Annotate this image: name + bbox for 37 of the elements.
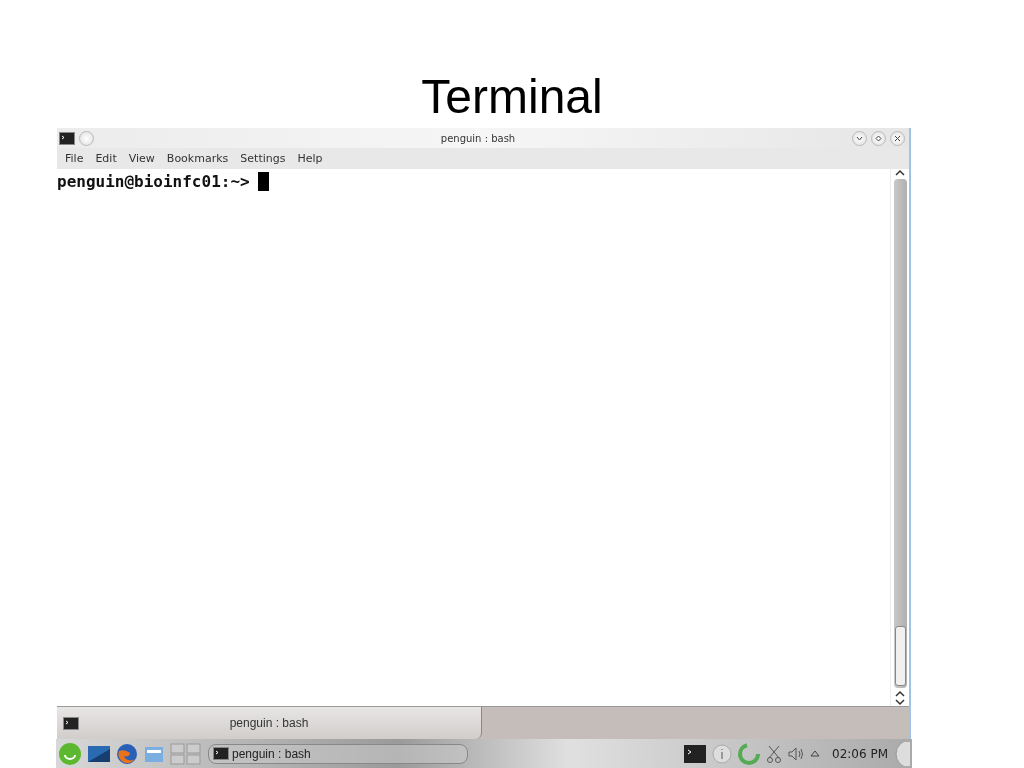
scroll-down-icon[interactable] [895, 698, 905, 707]
terminal-icon[interactable] [684, 744, 706, 763]
info-icon[interactable] [712, 743, 732, 764]
scroll-thumb[interactable] [894, 626, 906, 687]
menu-item[interactable]: File [59, 152, 90, 165]
minimize-button[interactable] [852, 130, 867, 146]
scroll-up-icon[interactable] [895, 169, 905, 177]
slide-title: Terminal [421, 69, 603, 125]
close-button[interactable] [890, 130, 905, 146]
session-tab[interactable]: penguin : bash [57, 707, 482, 740]
text-cursor [257, 172, 269, 191]
terminal-icon [213, 747, 229, 761]
taskbar-task[interactable]: penguin : bash [208, 743, 468, 764]
start-menu-icon[interactable] [58, 741, 82, 766]
menu-item[interactable]: Bookmarks [160, 152, 235, 165]
diamond-icon [875, 134, 882, 142]
menu-item[interactable]: Edit [89, 152, 123, 165]
window-title: penguin : bash [440, 132, 516, 144]
terminal-icon [59, 131, 75, 145]
close-icon [894, 134, 901, 142]
expand-tray-icon[interactable] [810, 750, 820, 758]
chevron-down-icon [856, 135, 863, 141]
terminal-icon [63, 716, 79, 730]
menu-item[interactable]: View [122, 152, 161, 165]
pin-button[interactable] [79, 130, 94, 146]
scissors-icon[interactable] [766, 744, 782, 763]
desktop-icon[interactable] [88, 745, 110, 762]
menu-item[interactable]: Settings [234, 152, 292, 165]
scroll-bar[interactable] [890, 169, 909, 707]
browser-icon[interactable] [116, 742, 138, 765]
scroll-up-icon[interactable] [895, 690, 905, 699]
update-icon[interactable] [738, 742, 760, 765]
clock: 02:06 PM [832, 746, 888, 761]
shell-prompt: penguin@bioinfc01:~> [57, 172, 269, 191]
volume-icon[interactable] [788, 746, 804, 761]
terminal-area[interactable]: penguin@bioinfc01:~> [57, 169, 890, 707]
menu-item[interactable]: Help [291, 152, 329, 165]
